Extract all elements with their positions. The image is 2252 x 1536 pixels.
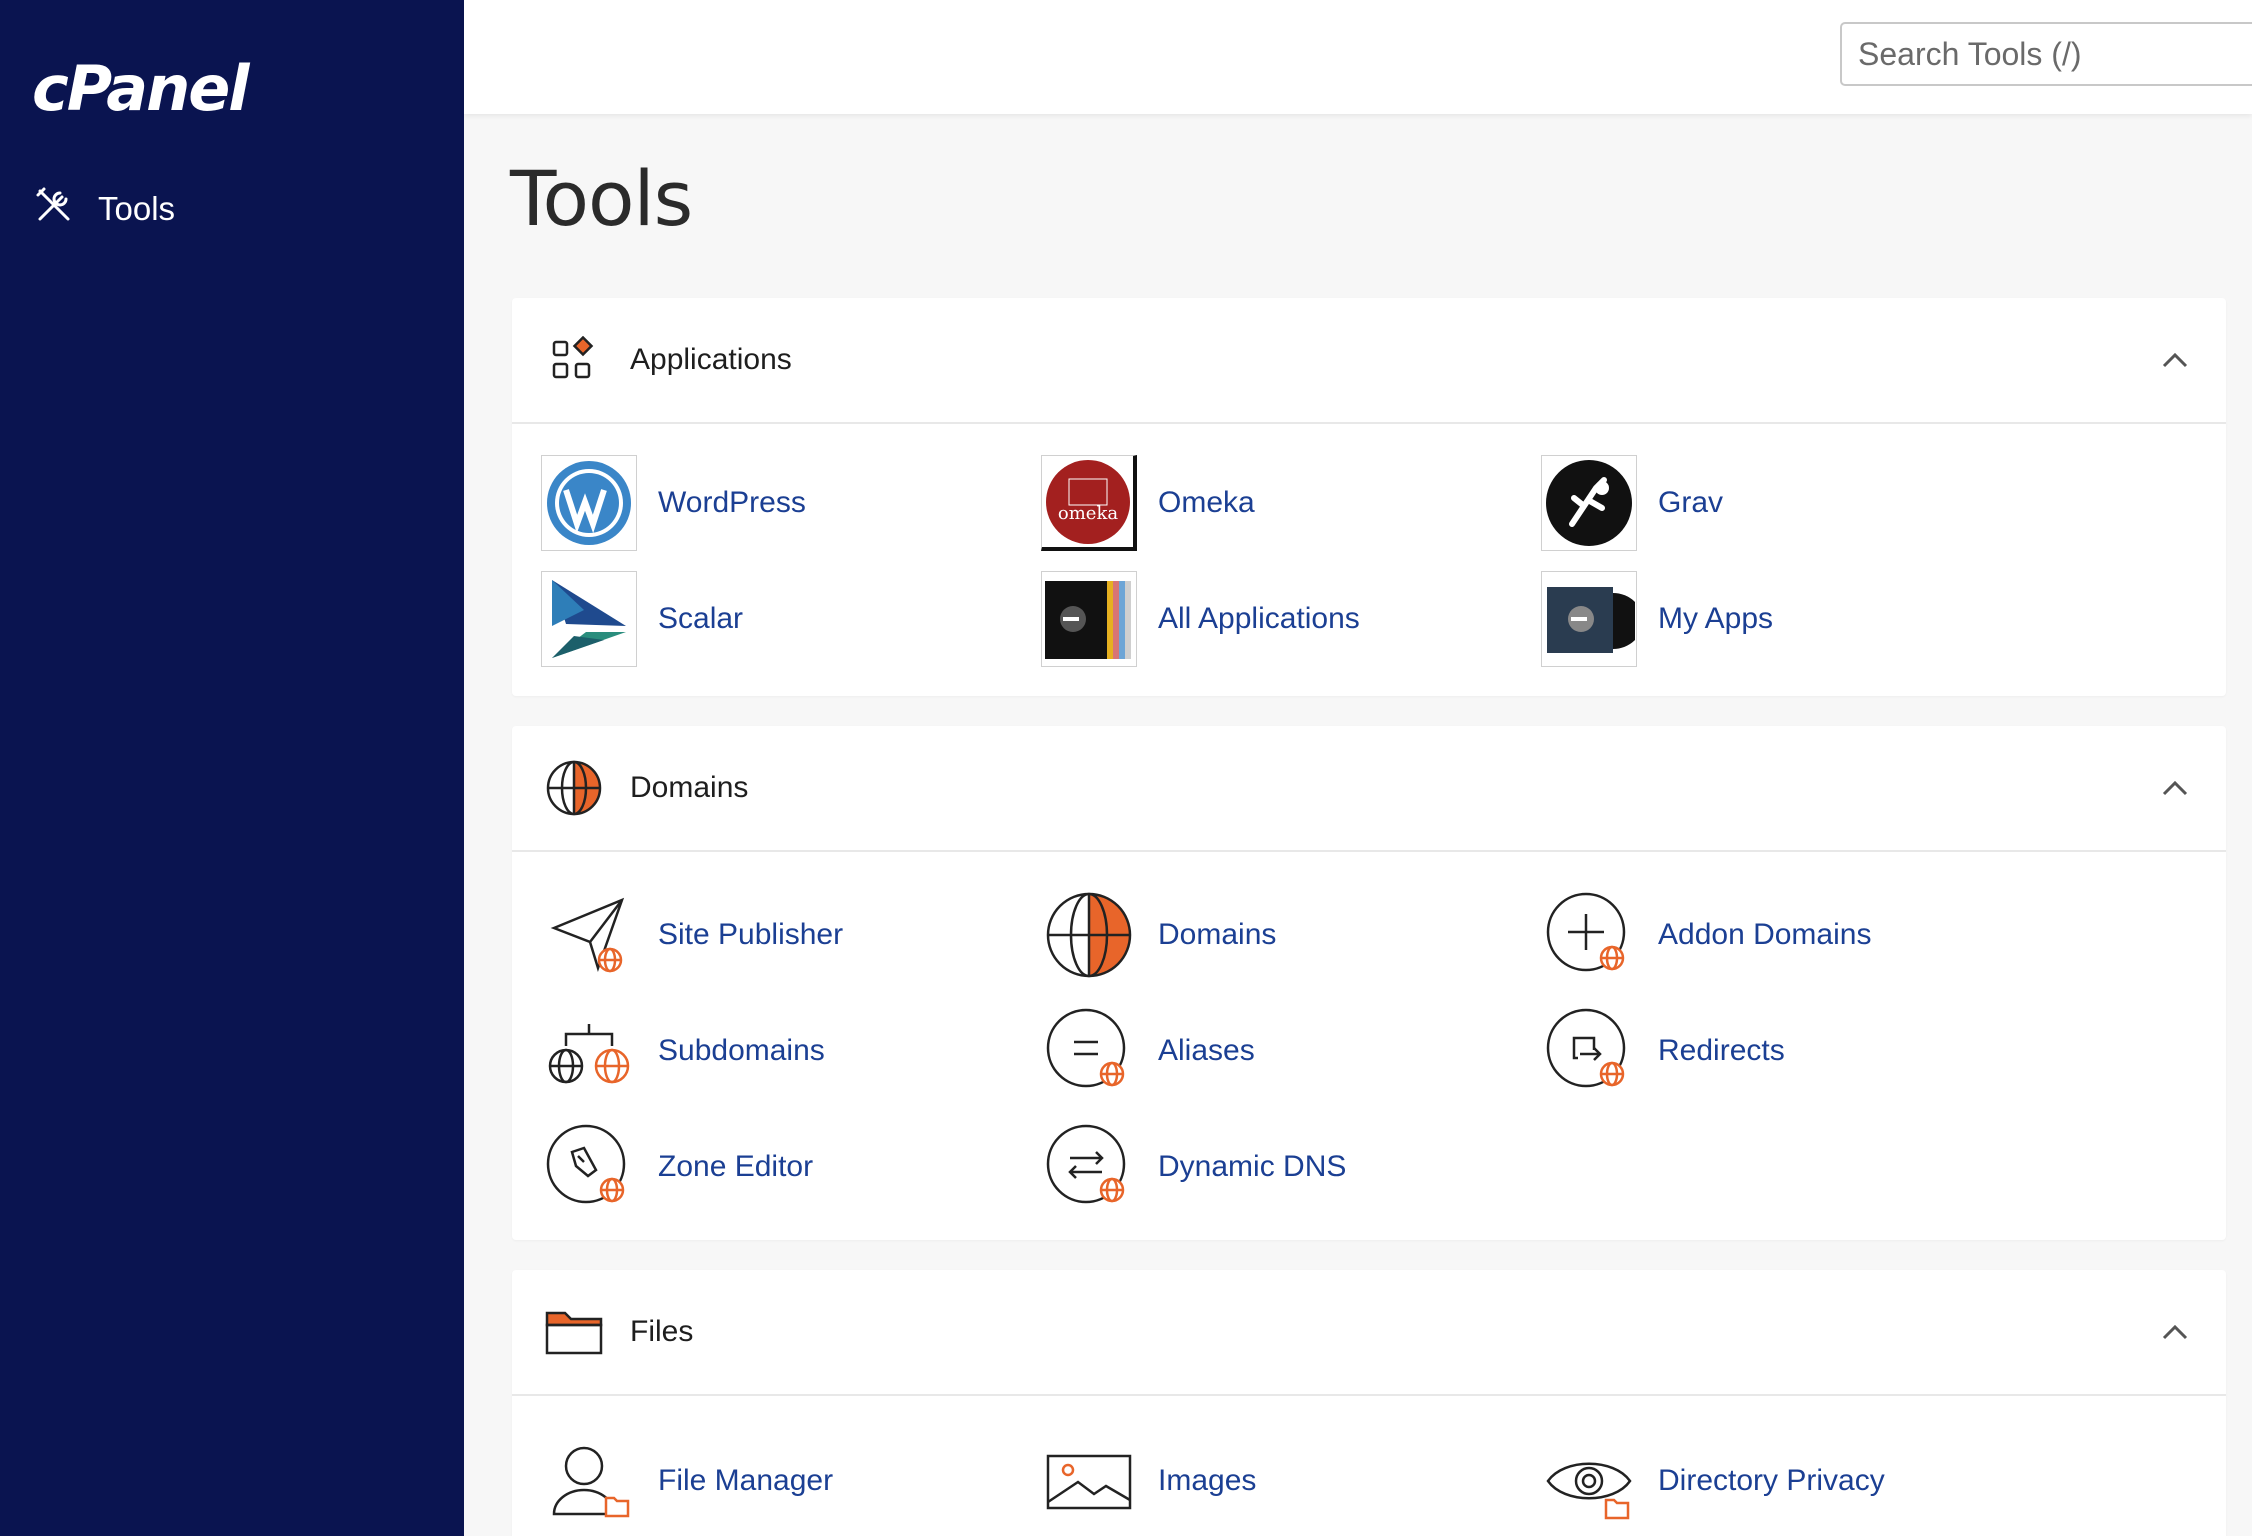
dynamic-dns-label: Dynamic DNS	[1158, 1150, 1347, 1183]
image-icon	[1040, 1432, 1138, 1530]
search-input[interactable]	[1840, 22, 2252, 86]
subdomain-icon	[540, 1002, 638, 1100]
site-publisher-label: Site Publisher	[658, 918, 844, 951]
aliases-link[interactable]: Aliases	[1040, 1002, 1255, 1100]
zone-editor-label: Zone Editor	[658, 1150, 814, 1183]
scalar-link[interactable]: Scalar	[540, 570, 743, 668]
omeka-icon: omeka	[1040, 454, 1138, 552]
dynamic-dns-link[interactable]: Dynamic DNS	[1040, 1118, 1346, 1216]
zone-editor-icon	[540, 1118, 638, 1216]
my-apps-link[interactable]: My Apps	[1540, 570, 1773, 668]
dynamic-dns-icon	[1040, 1118, 1138, 1216]
all-applications-link[interactable]: All Applications	[1040, 570, 1360, 668]
sidebar: cPanel Tools	[0, 0, 464, 1536]
aliases-label: Aliases	[1158, 1034, 1255, 1067]
chevron-up-icon[interactable]	[2160, 774, 2190, 802]
scalar-icon	[540, 570, 638, 668]
site-publisher-link[interactable]: Site Publisher	[540, 886, 843, 984]
folder-icon	[544, 1302, 604, 1362]
addon-domain-icon	[1540, 886, 1638, 984]
grav-link[interactable]: Grav	[1540, 454, 1723, 552]
svg-text:omeka: omeka	[1057, 503, 1117, 524]
wordpress-link[interactable]: WordPress	[540, 454, 806, 552]
files-panel: Files File Manager Images Directory Priv…	[512, 1270, 2226, 1536]
applications-panel-header[interactable]: Applications	[512, 298, 2226, 424]
sidebar-item-label: Tools	[98, 190, 176, 227]
globe-icon	[1040, 886, 1138, 984]
domains-link[interactable]: Domains	[1040, 886, 1276, 984]
files-panel-header[interactable]: Files	[512, 1270, 2226, 1396]
sidebar-item-tools[interactable]: Tools	[34, 186, 175, 232]
globe-icon	[544, 758, 604, 818]
eye-icon	[1540, 1432, 1638, 1530]
addon-domains-label: Addon Domains	[1658, 918, 1872, 951]
applications-panel: Applications WordPress omeka Omeka Grav …	[512, 298, 2226, 696]
images-link[interactable]: Images	[1040, 1432, 1256, 1530]
wordpress-label: WordPress	[658, 486, 806, 519]
tools-icon	[34, 185, 74, 233]
redirects-label: Redirects	[1658, 1034, 1785, 1067]
chevron-up-icon[interactable]	[2160, 346, 2190, 374]
page-title: Tools	[510, 154, 693, 243]
my-apps-icon	[1540, 570, 1638, 668]
grav-icon	[1540, 454, 1638, 552]
redirects-link[interactable]: Redirects	[1540, 1002, 1785, 1100]
file-manager-label: File Manager	[658, 1464, 834, 1497]
file-manager-link[interactable]: File Manager	[540, 1432, 833, 1530]
all-applications-label: All Applications	[1158, 602, 1360, 635]
redirect-icon	[1540, 1002, 1638, 1100]
subdomains-link[interactable]: Subdomains	[540, 1002, 825, 1100]
paper-plane-icon	[540, 886, 638, 984]
omeka-label: Omeka	[1158, 486, 1255, 519]
my-apps-label: My Apps	[1658, 602, 1774, 635]
domains-panel: Domains Site Publisher Domains Addon Dom…	[512, 726, 2226, 1240]
directory-privacy-label: Directory Privacy	[1658, 1464, 1885, 1497]
subdomains-label: Subdomains	[658, 1034, 825, 1067]
chevron-up-icon[interactable]	[2160, 1318, 2190, 1346]
omeka-link[interactable]: omeka Omeka	[1040, 454, 1255, 552]
files-section-title: Files	[630, 1315, 694, 1348]
applications-section-title: Applications	[630, 343, 792, 376]
alias-icon	[1040, 1002, 1138, 1100]
wordpress-icon	[540, 454, 638, 552]
addon-domains-link[interactable]: Addon Domains	[1540, 886, 1871, 984]
domains-panel-header[interactable]: Domains	[512, 726, 2226, 852]
scalar-label: Scalar	[658, 602, 744, 635]
images-label: Images	[1158, 1464, 1257, 1497]
directory-privacy-link[interactable]: Directory Privacy	[1540, 1432, 1885, 1530]
domains-label: Domains	[1158, 918, 1277, 951]
grav-label: Grav	[1658, 486, 1724, 519]
zone-editor-link[interactable]: Zone Editor	[540, 1118, 813, 1216]
cpanel-logo[interactable]: cPanel	[32, 52, 250, 125]
domains-section-title: Domains	[630, 771, 749, 804]
all-applications-icon	[1040, 570, 1138, 668]
file-manager-icon	[540, 1432, 638, 1530]
applications-icon	[544, 330, 604, 390]
